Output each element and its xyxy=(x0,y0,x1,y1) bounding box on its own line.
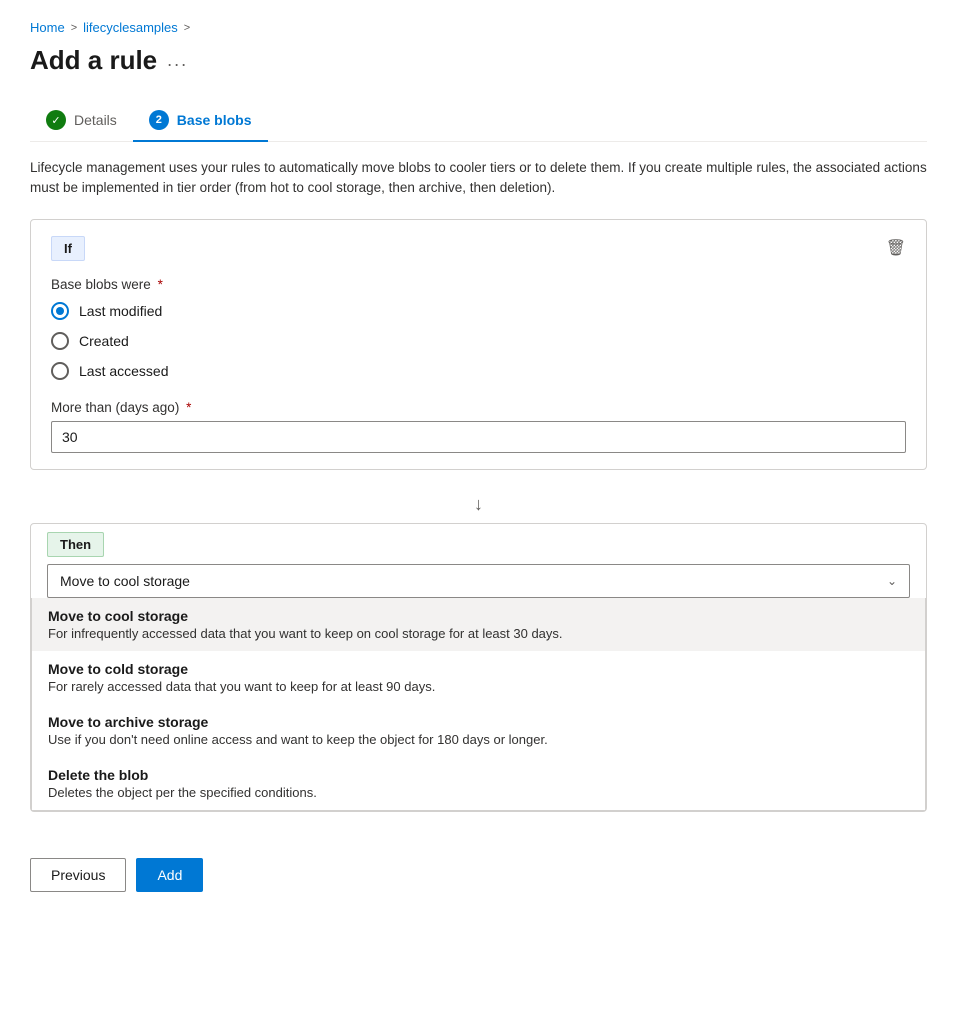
option-cool-title: Move to cool storage xyxy=(48,608,909,624)
title-menu-icon[interactable]: ... xyxy=(167,50,188,71)
add-button[interactable]: Add xyxy=(136,858,203,892)
days-ago-input[interactable] xyxy=(51,421,906,453)
breadcrumb-chevron-1: > xyxy=(71,22,77,34)
radio-created[interactable]: Created xyxy=(51,332,906,350)
dropdown-container: Move to cool storage ⌄ xyxy=(31,564,926,598)
radio-last-accessed[interactable]: Last accessed xyxy=(51,362,906,380)
radio-created-input[interactable] xyxy=(51,332,69,350)
radio-group: Last modified Created Last accessed xyxy=(51,302,906,380)
required-star-2: * xyxy=(186,400,191,415)
then-section-card: Then Move to cool storage ⌄ Move to cool… xyxy=(30,523,927,812)
delete-icon[interactable]: 🗑 xyxy=(886,238,906,258)
radio-last-modified-label: Last modified xyxy=(79,303,162,319)
previous-button[interactable]: Previous xyxy=(30,858,126,892)
action-dropdown[interactable]: Move to cool storage ⌄ xyxy=(47,564,910,598)
breadcrumb-chevron-2: > xyxy=(184,22,190,34)
option-cool-storage[interactable]: Move to cool storage For infrequently ac… xyxy=(32,598,925,651)
tab-base-blobs[interactable]: 2 Base blobs xyxy=(133,100,268,142)
option-delete-blob[interactable]: Delete the blob Deletes the object per t… xyxy=(32,757,925,810)
radio-last-modified[interactable]: Last modified xyxy=(51,302,906,320)
then-section-header: Then xyxy=(31,524,926,564)
if-section-header: If 🗑 xyxy=(51,236,906,261)
breadcrumb: Home > lifecyclesamples > xyxy=(30,20,927,35)
option-cold-storage[interactable]: Move to cold storage For rarely accessed… xyxy=(32,651,925,704)
tab-details-check-icon: ✓ xyxy=(46,110,66,130)
then-badge: Then xyxy=(47,532,104,557)
if-badge: If xyxy=(51,236,85,261)
tabs-container: ✓ Details 2 Base blobs xyxy=(30,100,927,142)
breadcrumb-home[interactable]: Home xyxy=(30,20,65,35)
tab-details[interactable]: ✓ Details xyxy=(30,100,133,142)
option-delete-desc: Deletes the object per the specified con… xyxy=(48,785,909,800)
dropdown-value: Move to cool storage xyxy=(60,573,190,589)
page-title: Add a rule xyxy=(30,45,157,76)
tab-base-blobs-number-icon: 2 xyxy=(149,110,169,130)
radio-last-modified-input[interactable] xyxy=(51,302,69,320)
down-arrow-icon: ↓ xyxy=(474,494,483,515)
chevron-down-icon: ⌄ xyxy=(887,574,897,588)
radio-last-accessed-input[interactable] xyxy=(51,362,69,380)
page-description: Lifecycle management uses your rules to … xyxy=(30,158,927,199)
option-cool-desc: For infrequently accessed data that you … xyxy=(48,626,909,641)
option-archive-desc: Use if you don't need online access and … xyxy=(48,732,909,747)
required-star-1: * xyxy=(158,277,163,292)
option-archive-title: Move to archive storage xyxy=(48,714,909,730)
radio-last-accessed-label: Last accessed xyxy=(79,363,169,379)
option-delete-title: Delete the blob xyxy=(48,767,909,783)
footer: Previous Add xyxy=(30,842,927,892)
dropdown-options-list: Move to cool storage For infrequently ac… xyxy=(31,598,926,811)
radio-created-label: Created xyxy=(79,333,129,349)
days-ago-label: More than (days ago) * xyxy=(51,400,906,415)
base-blobs-were-label: Base blobs were * xyxy=(51,277,906,292)
arrow-connector: ↓ xyxy=(30,486,927,523)
option-cold-title: Move to cold storage xyxy=(48,661,909,677)
option-archive-storage[interactable]: Move to archive storage Use if you don't… xyxy=(32,704,925,757)
tab-details-label: Details xyxy=(74,112,117,128)
if-section-card: If 🗑 Base blobs were * Last modified Cre… xyxy=(30,219,927,470)
tab-base-blobs-label: Base blobs xyxy=(177,112,252,128)
option-cold-desc: For rarely accessed data that you want t… xyxy=(48,679,909,694)
page-title-row: Add a rule ... xyxy=(30,45,927,76)
breadcrumb-lifecycle[interactable]: lifecyclesamples xyxy=(83,20,178,35)
